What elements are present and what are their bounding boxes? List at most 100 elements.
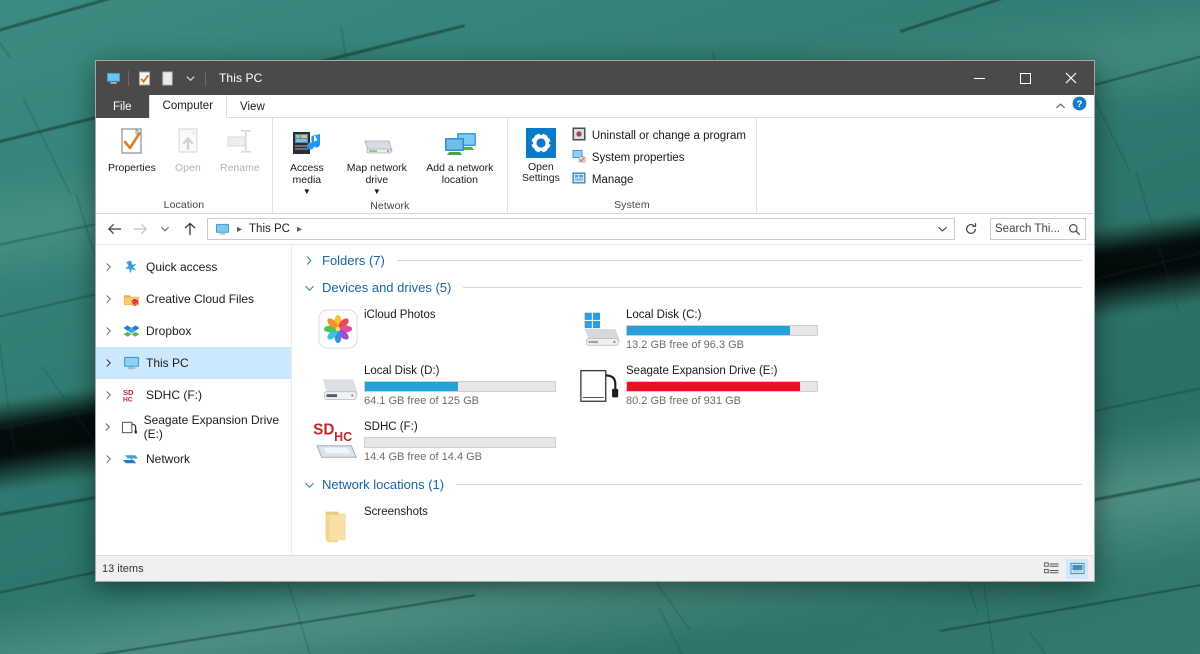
breadcrumb-icon — [212, 223, 233, 236]
breadcrumb-this-pc[interactable]: This PC — [246, 223, 293, 235]
chevron-right-icon[interactable] — [100, 262, 116, 272]
section-network-header[interactable]: Network locations (1) — [302, 477, 1082, 492]
sidebar-item-sdhc-f[interactable]: SD HC SDHC (F:) — [96, 379, 291, 411]
refresh-icon[interactable] — [961, 219, 981, 239]
chevron-right-icon-3[interactable] — [100, 326, 116, 336]
drive-tile-local-disk-c[interactable]: Local Disk (C:) 13.2 GB free of 96.3 GB — [574, 301, 836, 357]
sidebar-item-seagate-expansion-drive-e[interactable]: Seagate Expansion Drive (E:) — [96, 411, 291, 443]
chevron-up-icon[interactable] — [1055, 97, 1066, 115]
section-folders-header[interactable]: Folders (7) — [302, 253, 1082, 268]
drive-tile-local-disk-d[interactable]: Local Disk (D:) 64.1 GB free of 125 GB — [312, 357, 574, 413]
sidebar-item-network[interactable]: Network — [96, 443, 291, 475]
add-network-location-label: Add a network location — [426, 162, 494, 186]
capacity-bar-fill-d — [365, 382, 459, 391]
search-input[interactable]: Search Thi... — [990, 218, 1086, 240]
capacity-text-local-disk-d: 64.1 GB free of 125 GB — [364, 395, 479, 407]
svg-text:HC: HC — [334, 430, 352, 444]
drive-tile-icloud-photos[interactable]: iCloud Photos — [312, 301, 574, 357]
open-label: Open — [175, 162, 201, 174]
navigation-pane: Quick access Cc Creative Cloud Files Dro… — [96, 245, 292, 555]
map-network-drive-button[interactable]: Map network drive ▼ — [335, 123, 419, 198]
tab-computer[interactable]: Computer — [148, 95, 228, 118]
svg-text:Cc: Cc — [132, 301, 138, 306]
network-tile-grid: Screenshots — [302, 494, 1082, 554]
sidebar-label-sdhc-f: SDHC (F:) — [146, 388, 202, 402]
chevron-right-icon-2[interactable] — [100, 294, 116, 304]
ribbon-group-label-network: Network — [370, 200, 410, 212]
manage-label: Manage — [591, 173, 634, 186]
chevron-right-icon-5[interactable] — [100, 390, 116, 400]
section-rule-folders — [396, 260, 1082, 261]
ribbon-group-label-location: Location — [163, 199, 205, 211]
search-icon[interactable] — [1068, 223, 1081, 236]
external-drive-icon-large — [574, 361, 626, 409]
tab-view[interactable]: View — [227, 95, 278, 118]
ribbon-tab-bar-right: ? — [1055, 95, 1094, 117]
creative-cloud-icon: Cc — [121, 292, 141, 307]
ribbon-tab-bar: File Computer View ? — [96, 95, 1094, 118]
file-explorer-window: This PC File Computer View ? Properties … — [95, 60, 1095, 582]
properties-button[interactable]: Properties — [102, 123, 162, 174]
dropdown-caret-icon: ▼ — [302, 187, 311, 196]
open-settings-button[interactable]: Open Settings — [514, 123, 568, 184]
network-tile-screenshots[interactable]: Screenshots — [312, 498, 574, 554]
sidebar-label-seagate: Seagate Expansion Drive (E:) — [143, 413, 279, 441]
rename-button[interactable]: Rename — [214, 123, 266, 174]
this-pc-icon[interactable] — [102, 67, 124, 89]
sidebar-label-network: Network — [146, 452, 191, 466]
chevron-right-icon-4[interactable] — [100, 358, 116, 368]
ribbon-group-location: Properties Open Rename Location — [96, 118, 272, 213]
open-icon — [173, 126, 203, 162]
sidebar-item-dropbox[interactable]: Dropbox — [96, 315, 291, 347]
system-properties-button[interactable]: System properties — [568, 149, 750, 166]
large-icons-view-button[interactable] — [1066, 558, 1088, 579]
help-icon[interactable]: ? — [1072, 96, 1087, 116]
address-bar[interactable]: ▸ This PC ▸ — [207, 218, 955, 240]
drive-tile-sdhc-f[interactable]: SD HC SDHC (F:) 14.4 GB free of 14.4 GB — [312, 413, 574, 469]
sidebar-item-this-pc[interactable]: This PC — [96, 347, 291, 379]
new-folder-icon[interactable] — [156, 67, 178, 89]
maximize-button[interactable] — [1002, 61, 1048, 95]
tab-file[interactable]: File — [96, 95, 149, 118]
close-button[interactable] — [1048, 61, 1094, 95]
drive-name-sdhc-f: SDHC (F:) — [364, 421, 418, 433]
sdhc-card-icon: SD HC — [312, 417, 364, 465]
back-button[interactable] — [104, 218, 126, 240]
section-rule-devices — [463, 287, 1082, 288]
sidebar-label-dropbox: Dropbox — [146, 324, 192, 338]
breadcrumb-separator-1: ▸ — [237, 223, 243, 235]
network-name-screenshots: Screenshots — [364, 506, 428, 518]
drive-tile-seagate-e[interactable]: Seagate Expansion Drive (E:) 80.2 GB fre… — [574, 357, 836, 413]
open-button[interactable]: Open — [162, 123, 214, 174]
details-view-button[interactable] — [1040, 559, 1062, 579]
chevron-down-icon-devices[interactable] — [302, 284, 316, 292]
sidebar-item-creative-cloud-files[interactable]: Cc Creative Cloud Files — [96, 283, 291, 315]
forward-button[interactable] — [129, 218, 151, 240]
chevron-right-icon-6[interactable] — [100, 422, 115, 432]
up-button[interactable] — [179, 218, 201, 240]
settings-gear-icon — [524, 126, 558, 162]
breadcrumb-separator-2[interactable]: ▸ — [293, 224, 306, 235]
uninstall-program-button[interactable]: Uninstall or change a program — [568, 127, 750, 144]
capacity-text-local-disk-c: 13.2 GB free of 96.3 GB — [626, 339, 745, 351]
sidebar-item-quick-access[interactable]: Quick access — [96, 251, 291, 283]
customize-chevron-icon[interactable] — [179, 67, 201, 89]
properties-icon[interactable] — [133, 67, 155, 89]
chevron-right-icon-7[interactable] — [100, 454, 116, 464]
ribbon-empty-area — [755, 118, 1094, 213]
system-properties-label: System properties — [591, 151, 685, 164]
svg-text:SD: SD — [313, 421, 334, 438]
add-network-location-button[interactable]: Add a network location — [419, 123, 501, 186]
address-dropdown-icon[interactable] — [932, 219, 952, 239]
recent-locations-button[interactable] — [154, 218, 176, 240]
chevron-down-icon-network[interactable] — [302, 481, 316, 489]
add-network-location-icon — [441, 126, 479, 162]
access-media-icon — [290, 126, 324, 162]
access-media-button[interactable]: Access media ▼ — [279, 123, 335, 198]
network-icon — [121, 452, 141, 467]
chevron-right-icon-folders[interactable] — [302, 255, 316, 266]
section-devices-header[interactable]: Devices and drives (5) — [302, 280, 1082, 295]
manage-button[interactable]: Manage — [568, 171, 750, 188]
minimize-button[interactable] — [956, 61, 1002, 95]
system-small-commands: Uninstall or change a program System pro… — [568, 123, 750, 188]
